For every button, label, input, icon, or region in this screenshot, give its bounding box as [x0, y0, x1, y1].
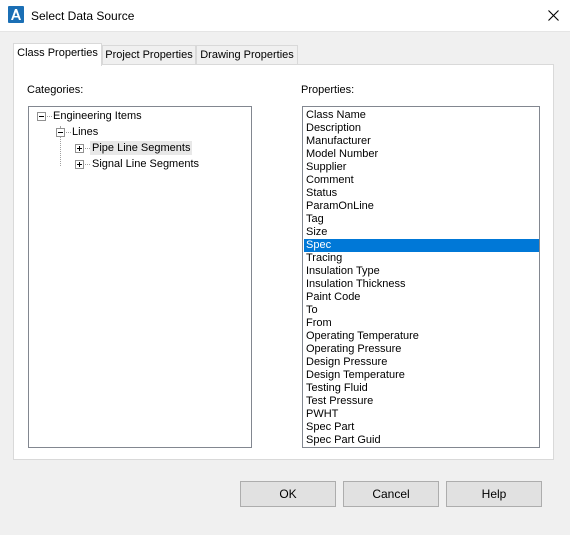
property-item[interactable]: Design Pressure: [304, 356, 539, 369]
help-button[interactable]: Help: [446, 481, 542, 507]
tab-class-properties[interactable]: Class Properties: [13, 43, 102, 66]
property-item[interactable]: Operating Temperature: [304, 330, 539, 343]
property-item[interactable]: Insulation Type: [304, 265, 539, 278]
title-bar: Select Data Source: [0, 0, 570, 32]
tree-node-engineering-items[interactable]: Engineering Items: [53, 109, 142, 123]
properties-list[interactable]: Class Name Description Manufacturer Model N…: [302, 106, 540, 448]
property-item[interactable]: Operating Pressure: [304, 343, 539, 356]
tab-project-properties[interactable]: Project Properties: [102, 45, 196, 65]
collapse-icon[interactable]: [56, 128, 65, 137]
property-item[interactable]: Tag: [304, 213, 539, 226]
property-item[interactable]: Manufacturer: [304, 135, 539, 148]
property-item[interactable]: Paint Code: [304, 291, 539, 304]
close-button[interactable]: [537, 0, 570, 31]
property-item[interactable]: To: [304, 304, 539, 317]
property-item[interactable]: Model Number: [304, 148, 539, 161]
close-icon: [548, 10, 559, 21]
tree-node-pipe-line-segments[interactable]: Pipe Line Segments: [90, 141, 193, 155]
window-title: Select Data Source: [31, 9, 135, 23]
property-item[interactable]: Tracing: [304, 252, 539, 265]
property-item[interactable]: Comment: [304, 174, 539, 187]
tree-node-lines[interactable]: Lines: [72, 125, 98, 139]
property-item[interactable]: Spec: [304, 239, 539, 252]
property-item[interactable]: From: [304, 317, 539, 330]
properties-label: Properties:: [301, 84, 355, 96]
collapse-icon[interactable]: [37, 112, 46, 121]
tab-drawing-properties[interactable]: Drawing Properties: [196, 45, 298, 65]
property-item[interactable]: Spec Part: [304, 421, 539, 434]
property-item[interactable]: PWHT: [304, 408, 539, 421]
tree-connector: [47, 116, 52, 117]
property-item[interactable]: Size: [304, 226, 539, 239]
expand-icon[interactable]: [75, 144, 84, 153]
property-item[interactable]: Description: [304, 122, 539, 135]
property-item[interactable]: Design Temperature: [304, 369, 539, 382]
tree-connector: [85, 164, 90, 165]
property-item[interactable]: Test Pressure: [304, 395, 539, 408]
property-item[interactable]: Status: [304, 187, 539, 200]
property-item[interactable]: Class Name: [304, 109, 539, 122]
categories-tree[interactable]: Engineering Items Lines Pipe Line Segmen…: [28, 106, 252, 448]
cancel-button[interactable]: Cancel: [343, 481, 439, 507]
expand-icon[interactable]: [75, 160, 84, 169]
categories-label: Categories:: [27, 84, 84, 96]
property-item[interactable]: ParamOnLine: [304, 200, 539, 213]
tree-connector: [66, 132, 71, 133]
property-item[interactable]: Testing Fluid: [304, 382, 539, 395]
property-item[interactable]: Spec Part Guid: [304, 434, 539, 447]
property-item[interactable]: Supplier: [304, 161, 539, 174]
ok-button[interactable]: OK: [240, 481, 336, 507]
tree-node-signal-line-segments[interactable]: Signal Line Segments: [92, 157, 199, 171]
tab-panel: Categories: Properties: Engineering Item…: [13, 64, 554, 460]
property-item[interactable]: Insulation Thickness: [304, 278, 539, 291]
autocad-app-icon: [8, 6, 24, 23]
